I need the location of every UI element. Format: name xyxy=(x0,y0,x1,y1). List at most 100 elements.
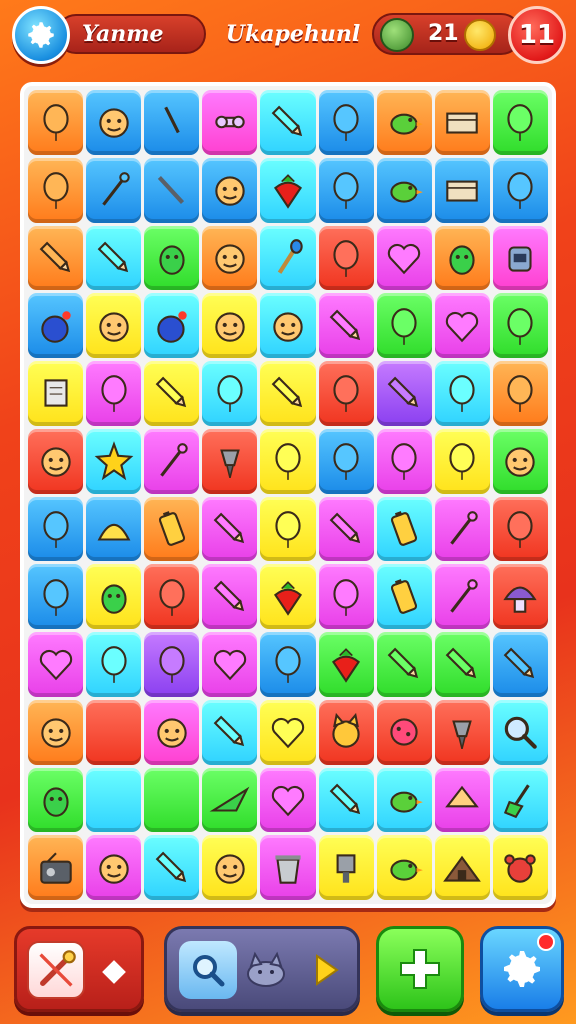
board-tile[interactable] xyxy=(202,225,258,291)
board-tile[interactable] xyxy=(202,157,258,223)
board-tile[interactable] xyxy=(318,699,374,765)
board-tile[interactable] xyxy=(86,225,142,291)
board-tile[interactable] xyxy=(28,428,84,494)
board-tile[interactable] xyxy=(376,90,432,155)
board-tile[interactable] xyxy=(318,632,374,697)
board-tile[interactable] xyxy=(144,767,200,833)
add-button[interactable] xyxy=(376,926,464,1012)
board-tile[interactable] xyxy=(202,496,258,562)
board-tile[interactable] xyxy=(376,632,432,697)
board-tile[interactable] xyxy=(144,225,200,291)
board-tile[interactable] xyxy=(376,293,432,358)
board-tile[interactable] xyxy=(318,293,374,358)
board-tile[interactable] xyxy=(28,699,84,765)
board-tile[interactable] xyxy=(144,90,200,155)
board-tile[interactable] xyxy=(144,699,200,765)
board-tile[interactable] xyxy=(492,767,548,833)
board-tile[interactable] xyxy=(492,835,548,900)
board-tile[interactable] xyxy=(434,90,490,155)
board-tile[interactable] xyxy=(492,564,548,629)
board-tile[interactable] xyxy=(318,767,374,833)
board-tile[interactable] xyxy=(376,157,432,223)
board-tile[interactable] xyxy=(144,632,200,697)
board-tile[interactable] xyxy=(202,699,258,765)
board-tile[interactable] xyxy=(144,293,200,358)
board-tile[interactable] xyxy=(434,361,490,426)
board-tile[interactable] xyxy=(434,835,490,900)
board-tile[interactable] xyxy=(260,428,316,494)
board-tile[interactable] xyxy=(492,361,548,426)
board-tile[interactable] xyxy=(434,428,490,494)
board-tile[interactable] xyxy=(28,496,84,562)
board-tile[interactable] xyxy=(434,225,490,291)
board-tile[interactable] xyxy=(318,361,374,426)
options-button[interactable] xyxy=(480,926,564,1012)
board-tile[interactable] xyxy=(492,699,548,765)
board-tile[interactable] xyxy=(86,293,142,358)
booster-panel[interactable] xyxy=(14,926,144,1012)
magnifier-icon[interactable] xyxy=(179,941,237,999)
board-tile[interactable] xyxy=(86,835,142,900)
board-tile[interactable] xyxy=(434,632,490,697)
board-tile[interactable] xyxy=(28,632,84,697)
board-tile[interactable] xyxy=(202,564,258,629)
board-tile[interactable] xyxy=(376,428,432,494)
board-tile[interactable] xyxy=(376,361,432,426)
board-tile[interactable] xyxy=(260,225,316,291)
board-tile[interactable] xyxy=(28,564,84,629)
board-tile[interactable] xyxy=(376,767,432,833)
board-tile[interactable] xyxy=(202,90,258,155)
board-tile[interactable] xyxy=(144,835,200,900)
board-tile[interactable] xyxy=(86,699,142,765)
board-tile[interactable] xyxy=(376,225,432,291)
board-tile[interactable] xyxy=(376,496,432,562)
board-tile[interactable] xyxy=(434,767,490,833)
board-tile[interactable] xyxy=(86,767,142,833)
board-tile[interactable] xyxy=(202,293,258,358)
board-tile[interactable] xyxy=(434,293,490,358)
board-tile[interactable] xyxy=(260,632,316,697)
board-tile[interactable] xyxy=(86,361,142,426)
board-tile[interactable] xyxy=(86,157,142,223)
board-tile[interactable] xyxy=(260,496,316,562)
board-tile[interactable] xyxy=(202,361,258,426)
board-tile[interactable] xyxy=(376,699,432,765)
board-tile[interactable] xyxy=(28,157,84,223)
board-tile[interactable] xyxy=(260,564,316,629)
player-name-pill[interactable]: Yanme xyxy=(56,14,206,54)
board-tile[interactable] xyxy=(144,496,200,562)
board-tile[interactable] xyxy=(318,157,374,223)
cat-icon[interactable] xyxy=(237,941,295,999)
board-tile[interactable] xyxy=(318,90,374,155)
paint-pencil-icon[interactable] xyxy=(27,941,85,999)
board-tile[interactable] xyxy=(434,496,490,562)
board-tile[interactable] xyxy=(492,428,548,494)
board-tile[interactable] xyxy=(434,699,490,765)
board-tile[interactable] xyxy=(318,225,374,291)
board-tile[interactable] xyxy=(260,157,316,223)
board-tile[interactable] xyxy=(202,767,258,833)
board-tile[interactable] xyxy=(318,564,374,629)
board-tile[interactable] xyxy=(28,361,84,426)
board-tile[interactable] xyxy=(318,496,374,562)
board-tile[interactable] xyxy=(202,428,258,494)
settings-button[interactable] xyxy=(12,6,70,64)
board-tile[interactable] xyxy=(260,767,316,833)
board-tile[interactable] xyxy=(318,835,374,900)
board-tile[interactable] xyxy=(376,564,432,629)
board-tile[interactable] xyxy=(492,225,548,291)
board-tile[interactable] xyxy=(28,90,84,155)
board-tile[interactable] xyxy=(492,293,548,358)
board-tile[interactable] xyxy=(86,428,142,494)
board-tile[interactable] xyxy=(434,564,490,629)
board-tile[interactable] xyxy=(260,90,316,155)
board-tile[interactable] xyxy=(260,699,316,765)
board-tile[interactable] xyxy=(144,564,200,629)
board-tile[interactable] xyxy=(260,361,316,426)
lives-button[interactable]: 11 xyxy=(508,6,566,64)
board-tile[interactable] xyxy=(144,361,200,426)
board-tile[interactable] xyxy=(28,835,84,900)
board-tile[interactable] xyxy=(434,157,490,223)
board-tile[interactable] xyxy=(260,835,316,900)
board-tile[interactable] xyxy=(28,225,84,291)
